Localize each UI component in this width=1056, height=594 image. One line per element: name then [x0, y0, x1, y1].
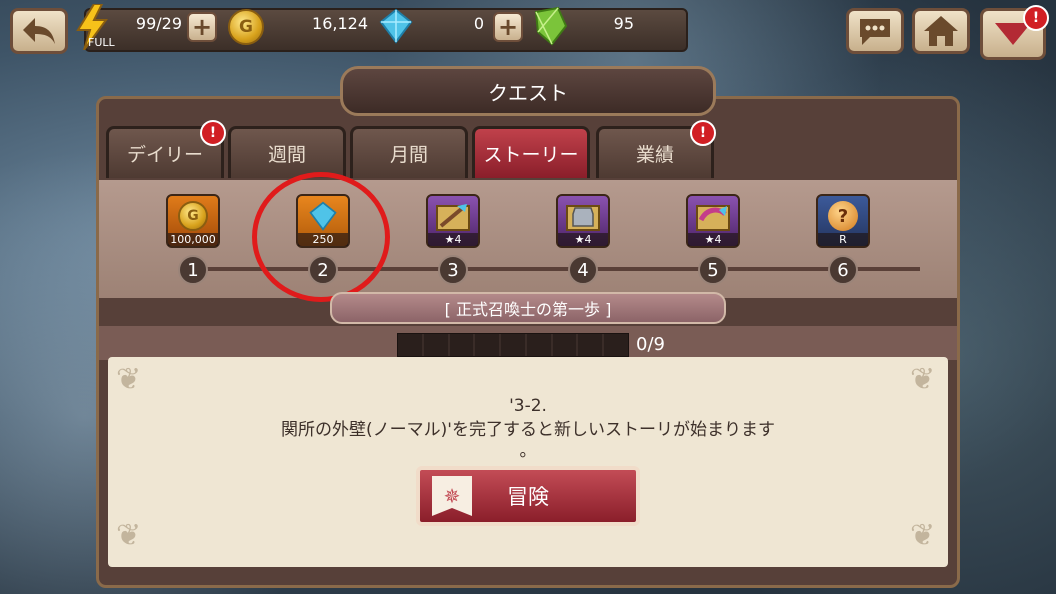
weapon-box-icon: [436, 204, 470, 231]
step-node-5: 5: [698, 255, 728, 285]
crystal-value: 0: [473, 14, 484, 33]
tab-monthly[interactable]: 月間: [350, 126, 468, 178]
reward-item-weapon-box[interactable]: ★4: [426, 194, 480, 248]
reward-stars: 4: [714, 233, 722, 246]
gold-coin-icon: G: [178, 201, 208, 231]
adventure-button-label: 冒険: [507, 485, 549, 509]
menu-alert-badge: !: [1023, 5, 1049, 31]
gold-value: 16,124: [312, 14, 368, 33]
reward-stars: 4: [584, 233, 592, 246]
crystal-icon: [378, 8, 414, 44]
step-node-3: 3: [438, 255, 468, 285]
description-area: [108, 357, 948, 567]
corner-ornament-icon: ❦: [910, 362, 936, 397]
step-node-4: 4: [568, 255, 598, 285]
chat-button[interactable]: [846, 8, 904, 54]
stamina-status: FULL: [88, 36, 115, 49]
back-button[interactable]: [10, 8, 68, 54]
achievements-alert-badge: !: [690, 120, 716, 146]
progress-text: 0/9: [636, 334, 665, 355]
tab-weekly[interactable]: 週間: [228, 126, 346, 178]
reward-qty: ★4: [688, 233, 738, 246]
tab-story[interactable]: ストーリー: [472, 126, 590, 178]
reward-qty: 100,000: [168, 233, 218, 246]
chat-bubble-icon: [860, 19, 890, 45]
accessory-box-icon: [696, 205, 730, 231]
description-line-3: 。: [519, 441, 537, 461]
reward-grade: R: [818, 233, 868, 246]
quest-title: クエスト: [340, 66, 716, 116]
reward-item-accessory-box[interactable]: ★4: [686, 194, 740, 248]
armor-box-icon: [566, 205, 600, 231]
reward-qty: ★4: [558, 233, 608, 246]
corner-ornament-icon: ❦: [116, 518, 142, 553]
stamina-value: 99/29: [135, 14, 182, 33]
reward-item-gold[interactable]: G 100,000: [166, 194, 220, 248]
adventure-button[interactable]: ✵ 冒険: [416, 466, 640, 526]
corner-ornament-icon: ❦: [116, 362, 142, 397]
chapter-title: [ 正式召喚士の第一歩 ]: [330, 292, 726, 324]
gem-icon: [532, 6, 570, 46]
reward-qty: ★4: [428, 233, 478, 246]
home-icon: [924, 16, 958, 46]
banner-icon: ✵: [432, 476, 472, 516]
highlight-circle: [252, 172, 390, 302]
reward-stars: 4: [454, 233, 462, 246]
reward-item-mystery[interactable]: ? R: [816, 194, 870, 248]
gold-coin-icon: G: [228, 9, 264, 45]
progress-bar: [397, 333, 629, 357]
reward-item-armor-box[interactable]: ★4: [556, 194, 610, 248]
back-arrow-icon: [23, 18, 55, 44]
description-line-1: '3-2.: [509, 396, 547, 416]
add-crystal-button[interactable]: +: [493, 12, 523, 42]
home-button[interactable]: [912, 8, 970, 54]
gem-value: 95: [613, 14, 634, 33]
corner-ornament-icon: ❦: [910, 518, 936, 553]
question-mark-icon: ?: [828, 201, 858, 231]
step-node-6: 6: [828, 255, 858, 285]
daily-alert-badge: !: [200, 120, 226, 146]
menu-dropdown-button[interactable]: !: [980, 5, 1049, 60]
add-stamina-button[interactable]: +: [187, 12, 217, 42]
step-node-1: 1: [178, 255, 208, 285]
